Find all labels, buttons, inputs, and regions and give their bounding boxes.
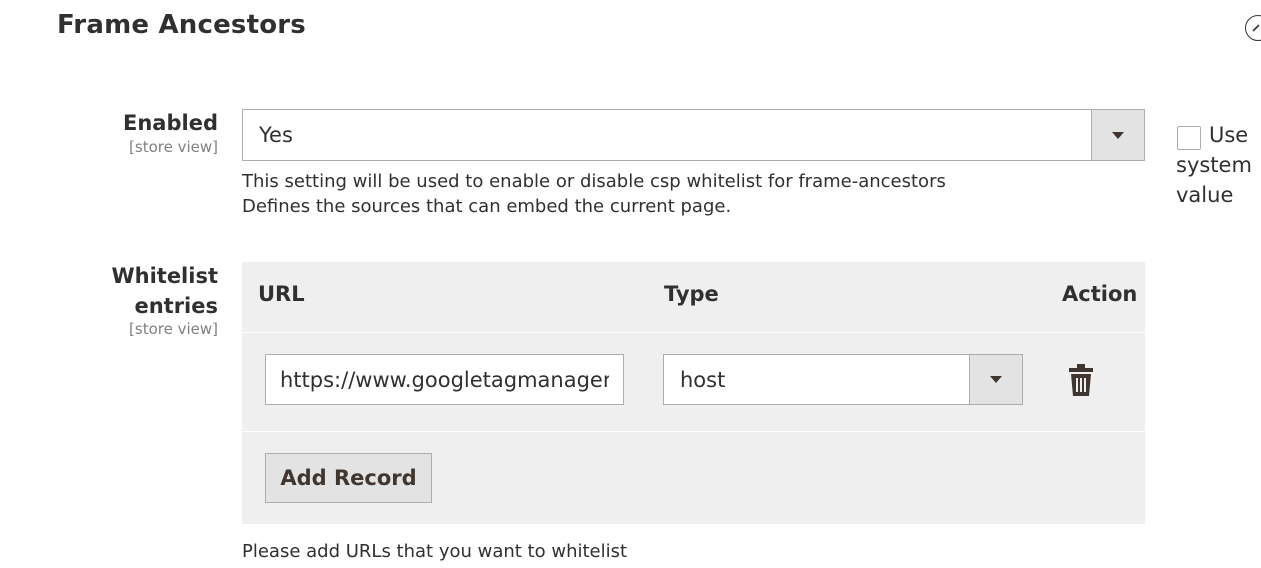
- use-system-label: Use system value: [1176, 120, 1252, 210]
- column-header-url: URL: [258, 282, 305, 306]
- chevron-down-icon: [990, 376, 1002, 383]
- enabled-note-1: This setting will be used to enable or d…: [242, 171, 946, 192]
- trash-icon: [1069, 364, 1093, 396]
- enabled-label: Enabled: [123, 111, 218, 135]
- whitelist-label-2: entries: [134, 294, 218, 318]
- url-input[interactable]: [265, 354, 624, 405]
- grid-header: URL Type Action: [242, 262, 1145, 332]
- type-select-value: host: [680, 367, 726, 392]
- enabled-note-2: Defines the sources that can embed the c…: [242, 196, 732, 217]
- enabled-select-value: Yes: [259, 123, 293, 147]
- select-arrow-box[interactable]: [969, 355, 1022, 404]
- table-row: host: [242, 332, 1145, 432]
- whitelist-label-1: Whitelist: [111, 264, 218, 288]
- collapse-toggle[interactable]: [1245, 15, 1261, 41]
- column-header-type: Type: [664, 282, 719, 306]
- type-select[interactable]: host: [663, 354, 1023, 405]
- use-system-line1: Use: [1209, 123, 1249, 147]
- delete-row-button[interactable]: [1069, 364, 1093, 400]
- enabled-select[interactable]: Yes: [242, 109, 1145, 161]
- select-arrow-box[interactable]: [1091, 110, 1144, 160]
- whitelist-scope: [store view]: [129, 320, 218, 338]
- collapse-circle-icon: [1252, 24, 1260, 32]
- use-system-line2: system: [1176, 153, 1252, 177]
- whitelist-note: Please add URLs that you want to whiteli…: [242, 541, 628, 562]
- use-system-line3: value: [1176, 183, 1234, 207]
- whitelist-grid: URL Type Action host Add Record: [242, 262, 1145, 524]
- chevron-down-icon: [1112, 131, 1124, 139]
- add-record-button[interactable]: Add Record: [265, 453, 432, 503]
- enabled-scope: [store view]: [129, 138, 218, 156]
- section-title: Frame Ancestors: [57, 10, 306, 40]
- column-header-action: Action: [1062, 282, 1138, 306]
